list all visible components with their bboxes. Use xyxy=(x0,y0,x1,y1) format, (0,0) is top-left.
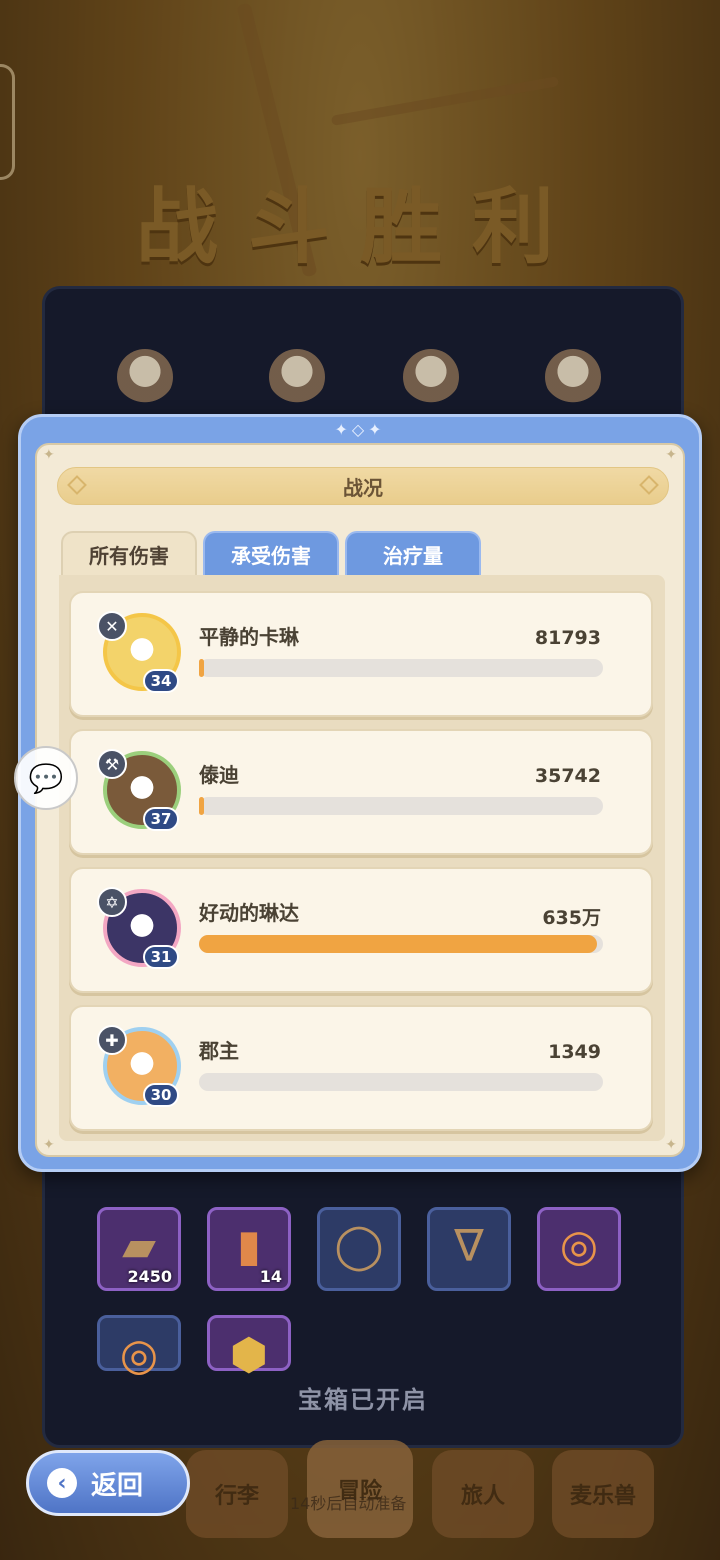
chevron-left-icon: ‹ xyxy=(47,1468,77,1498)
damage-value: 1349 xyxy=(548,1041,601,1063)
ticket-icon: ▮ xyxy=(236,1220,262,1272)
stats-list: ✕ 34 平静的卡琳 81793 ⚒ 37 傣迪 35742 ✡ 31 好动的琳… xyxy=(59,575,665,1141)
item-count: 2450 xyxy=(127,1267,172,1286)
tab-all-damage[interactable]: 所有伤害 xyxy=(61,531,197,575)
hero-lineup xyxy=(45,349,681,419)
reward-item[interactable]: ∇ xyxy=(427,1207,511,1291)
diamond-icon xyxy=(67,475,87,495)
modal-title: 战况 xyxy=(343,475,383,500)
reward-item[interactable]: ◎ xyxy=(537,1207,621,1291)
damage-bar xyxy=(199,797,603,815)
reward-item[interactable]: ◯ xyxy=(317,1207,401,1291)
role-icon: ✚ xyxy=(97,1025,127,1055)
medal-icon: ⬢ xyxy=(229,1329,269,1381)
corner-star-icon: ✦ xyxy=(43,1137,55,1153)
level-badge: 37 xyxy=(143,807,179,831)
ring-icon: ◎ xyxy=(119,1329,159,1381)
corner-star-icon: ✦ xyxy=(665,447,677,463)
tab-healing[interactable]: 治疗量 xyxy=(345,531,481,575)
hero-head xyxy=(117,349,173,405)
level-badge: 31 xyxy=(143,945,179,969)
damage-value: 35742 xyxy=(534,765,601,787)
hero-stat-row: ⚒ 37 傣迪 35742 xyxy=(69,729,653,855)
ring-icon: ◎ xyxy=(559,1220,599,1272)
damage-bar xyxy=(199,935,603,953)
battle-stats-modal: ✦◇✦ ✦ ✦ ✦ ✦ 战况 所有伤害 承受伤害 治疗量 ✕ 34 平静的卡琳 … xyxy=(18,414,702,1172)
hero-head xyxy=(545,349,601,405)
corner-star-icon: ✦ xyxy=(665,1137,677,1153)
hero-stat-row: ✚ 30 郡主 1349 xyxy=(69,1005,653,1131)
diamond-icon xyxy=(639,475,659,495)
back-button[interactable]: ‹ 返回 xyxy=(26,1450,190,1516)
hero-head xyxy=(403,349,459,405)
speech-bubble-icon: 💬 xyxy=(28,761,64,795)
victory-title: 战斗胜利 xyxy=(135,180,584,275)
level-badge: 34 xyxy=(143,669,179,693)
iron-bar-icon: ▰ xyxy=(122,1220,156,1272)
tab-damage-taken[interactable]: 承受伤害 xyxy=(203,531,339,575)
reward-item[interactable]: ◎ xyxy=(97,1315,181,1380)
damage-bar-fill xyxy=(199,659,204,677)
nav-travelers[interactable]: 旅人 xyxy=(432,1450,534,1538)
damage-bar-fill xyxy=(199,797,204,815)
role-icon: ✡ xyxy=(97,887,127,917)
chest-opened-status: 宝箱已开启 xyxy=(298,1386,428,1414)
level-badge: 30 xyxy=(143,1083,179,1107)
modal-title-banner: 战况 xyxy=(57,467,669,505)
modal-body: ✦ ✦ ✦ ✦ 战况 所有伤害 承受伤害 治疗量 ✕ 34 平静的卡琳 8179… xyxy=(35,443,685,1157)
reward-item[interactable]: ⬢ xyxy=(207,1315,291,1380)
hero-head xyxy=(269,349,325,405)
back-label: 返回 xyxy=(91,1470,144,1501)
role-icon: ✕ xyxy=(97,611,127,641)
role-icon: ⚒ xyxy=(97,749,127,779)
item-count: 14 xyxy=(259,1267,282,1286)
reward-item[interactable]: ▰ 2450 xyxy=(97,1207,181,1291)
nav-pets[interactable]: 麦乐兽 xyxy=(552,1450,654,1538)
damage-value: 81793 xyxy=(534,627,601,649)
nav-luggage[interactable]: 行李 xyxy=(186,1450,288,1538)
hero-name: 平静的卡琳 xyxy=(199,625,299,649)
damage-bar-fill xyxy=(199,935,597,953)
pendant-icon: ∇ xyxy=(454,1220,484,1272)
hero-name: 好动的琳达 xyxy=(199,901,299,925)
hero-stat-row: ✡ 31 好动的琳达 635万 xyxy=(69,867,653,993)
reward-item[interactable]: ▮ 14 xyxy=(207,1207,291,1291)
chat-icon[interactable]: 💬 xyxy=(14,746,78,810)
hero-name: 郡主 xyxy=(199,1039,239,1063)
damage-value: 635万 xyxy=(542,907,601,929)
hero-name: 傣迪 xyxy=(199,763,239,787)
corner-star-icon: ✦ xyxy=(43,447,55,463)
auto-ready-countdown: 14秒后自动准备 xyxy=(290,1494,407,1513)
hero-stat-row: ✕ 34 平静的卡琳 81793 xyxy=(69,591,653,717)
frame-ornament: ✦◇✦ xyxy=(334,420,386,439)
nav-adventure[interactable]: 冒险 xyxy=(307,1440,413,1538)
damage-bar xyxy=(199,1073,603,1091)
necklace-icon: ◯ xyxy=(334,1220,384,1272)
damage-bar xyxy=(199,659,603,677)
